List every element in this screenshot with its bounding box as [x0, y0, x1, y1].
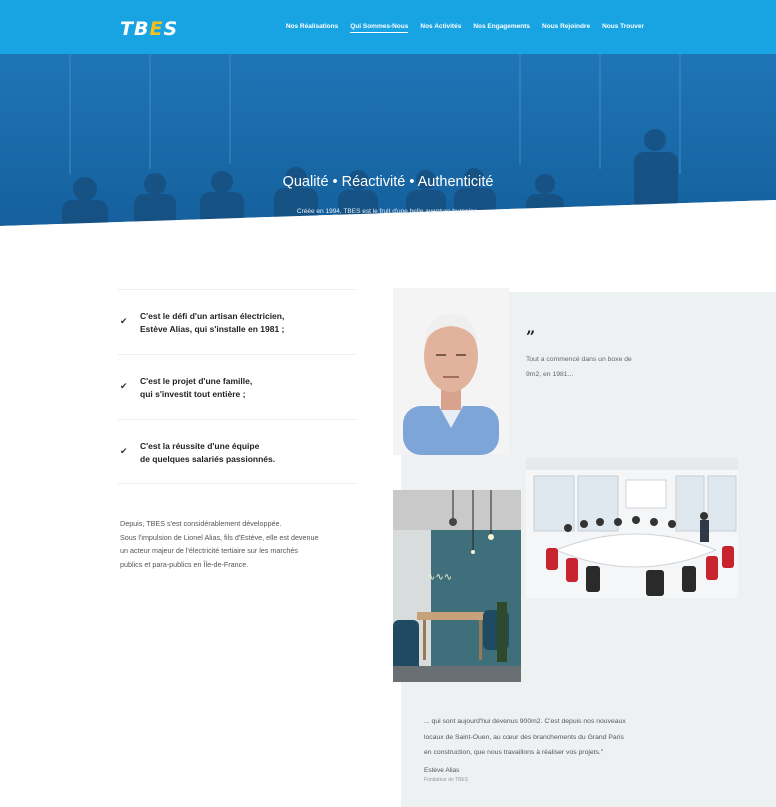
point-text: C'est la réussite d'une équipe de quelqu…: [140, 440, 275, 466]
bolt-icon: E: [149, 18, 164, 40]
nav-realisations[interactable]: Nos Réalisations: [286, 23, 338, 33]
quote-text-line: ... qui sont aujourd'hui devenus 900m2. …: [424, 718, 626, 725]
point-line: C'est le projet d'une famille,: [140, 376, 253, 386]
meeting-room-photo: ∿∿∿: [393, 490, 521, 682]
point-text: C'est le défi d'un artisan électricien, …: [140, 310, 284, 336]
list-item: ✔ C'est le défi d'un artisan électricien…: [118, 289, 356, 354]
description-line: publics et para-publics en Île-de-France…: [120, 559, 249, 569]
hero-background-image: [0, 54, 776, 226]
description-line: Sous l'impulsion de Lionel Alias, fils d…: [120, 532, 319, 542]
conference-room-photo: [526, 458, 738, 598]
check-icon: ✔: [120, 381, 128, 391]
quote-intro: Tout a commencé dans un boxe de 9m2, en …: [526, 352, 656, 382]
quote-author-role: Fondateur de TBES: [424, 777, 469, 783]
quote-icon: ”: [526, 327, 536, 346]
point-line: C'est le défi d'un artisan électricien,: [140, 311, 285, 321]
hero-banner: Qualité • Réactivité • Authenticité Créé…: [0, 54, 776, 226]
quote-text-line: locaux de Saint-Ouen, au cœur des branch…: [424, 733, 624, 741]
history-points: ✔ C'est le défi d'un artisan électricien…: [118, 289, 356, 484]
nav-rejoindre[interactable]: Nous Rejoindre: [542, 23, 590, 33]
logo-text-end: S: [163, 18, 179, 40]
nav-trouver[interactable]: Nous Trouver: [602, 23, 644, 33]
hero-title: Qualité • Réactivité • Authenticité: [282, 174, 494, 190]
hero-subtitle: Créée en 1994, TBES est le fruit d'une b…: [296, 208, 480, 215]
nav-qui-sommes-nous[interactable]: Qui Sommes-Nous: [350, 23, 409, 33]
check-icon: ✔: [120, 316, 128, 326]
founder-portrait: [393, 288, 509, 455]
point-text: C'est le projet d'une famille, qui s'inv…: [140, 375, 252, 401]
quote-text: ... qui sont aujourd'hui devenus 900m2. …: [424, 714, 656, 761]
nav-engagements[interactable]: Nos Engagements: [473, 23, 530, 33]
point-line: qui s'investit tout entière ;: [140, 389, 246, 399]
quote-author: Estève Alias: [424, 767, 460, 774]
quote-intro-line: 9m2, en 1981...: [526, 371, 574, 378]
point-line: Estève Alias, qui s'installe en 1981 ;: [140, 324, 285, 334]
nav-activites[interactable]: Nos Activités: [420, 23, 461, 33]
quote-intro-line: Tout a commencé dans un boxe de: [526, 356, 632, 363]
logo[interactable]: TBES: [120, 18, 178, 40]
list-item: ✔ C'est la réussite d'une équipe de quel…: [118, 419, 356, 484]
svg-text:∿∿∿: ∿∿∿: [427, 572, 452, 583]
description-line: un acteur majeur de l'électricité tertia…: [120, 546, 298, 555]
list-item: ✔ C'est le projet d'une famille, qui s'i…: [118, 354, 356, 419]
site-header: TBES Nos Réalisations Qui Sommes-Nous No…: [0, 0, 776, 54]
check-icon: ✔: [120, 446, 128, 456]
quote-text-line: en construction, que nous travaillons à …: [424, 749, 604, 756]
description-line: Depuis, TBES s'est considérablement déve…: [120, 519, 282, 528]
point-line: de quelques salariés passionnés.: [140, 454, 276, 464]
main-nav: Nos Réalisations Qui Sommes-Nous Nos Act…: [286, 23, 644, 33]
point-line: C'est la réussite d'une équipe: [140, 441, 260, 451]
logo-text-main: TB: [120, 18, 150, 40]
company-description: Depuis, TBES s'est considérablement déve…: [120, 517, 352, 571]
